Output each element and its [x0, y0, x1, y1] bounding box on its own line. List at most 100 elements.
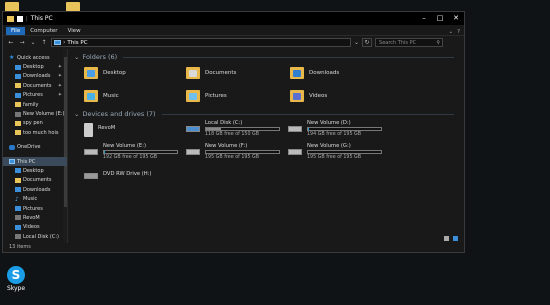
folder-pictures[interactable]: Pictures	[186, 90, 227, 102]
tab-computer[interactable]: Computer	[25, 27, 62, 35]
refresh-button[interactable]: ↻	[362, 38, 373, 47]
address-bar[interactable]: › This PC	[51, 38, 351, 47]
drive-icon	[288, 145, 302, 156]
properties-icon[interactable]	[17, 15, 23, 22]
sidebar-item-label: RevoM	[23, 214, 40, 221]
drive-label: New Volume (F:)	[205, 143, 248, 149]
sidebar-item-videos[interactable]: Videos	[3, 223, 67, 232]
sidebar-item-label: Documents	[23, 177, 52, 184]
drive-label: Local Disk (C:)	[205, 120, 243, 126]
sidebar-item-onedrive[interactable]: OneDrive	[3, 143, 67, 152]
folder-label: Documents	[205, 70, 237, 76]
sidebar-item-downloads[interactable]: Downloads	[3, 185, 67, 194]
drive-label: DVD RW Drive (H:)	[103, 171, 152, 177]
tab-view[interactable]: View	[63, 27, 86, 35]
sidebar-item-downloads[interactable]: Downloads ✦	[3, 72, 67, 81]
desktop-folder-icon	[15, 168, 21, 174]
sidebar-item-family[interactable]: family	[3, 100, 67, 109]
sidebar-item-label: Quick access	[17, 54, 50, 61]
videos-folder-icon	[290, 90, 304, 102]
drive-label: New Volume (G:)	[307, 143, 351, 149]
drive-usage: 194 GB free of 195 GB	[307, 132, 362, 137]
sidebar-item-revom[interactable]: RevoM	[3, 213, 67, 222]
download-folder-icon	[290, 67, 304, 79]
sidebar-item-desktop[interactable]: Desktop ✦	[3, 62, 67, 71]
address-dropdown-icon[interactable]: ⌄	[354, 39, 359, 46]
sidebar-item-pictures[interactable]: Pictures ✦	[3, 91, 67, 100]
sidebar-item-too-much-hois[interactable]: too much hois	[3, 128, 67, 137]
download-folder-icon	[15, 73, 21, 79]
folder-desktop[interactable]: Desktop	[84, 67, 126, 79]
drive-new-volume-g[interactable]: New Volume (G:) 195 GB free of 195 GB	[288, 143, 382, 160]
usage-bar	[307, 127, 382, 131]
pc-icon	[9, 159, 15, 165]
sidebar-item-local-disk-c[interactable]: Local Disk (C:)	[3, 232, 67, 241]
desktop-folder-icon	[15, 64, 21, 70]
separator: |	[26, 15, 28, 22]
pictures-folder-icon	[15, 92, 21, 98]
drive-dvd-h[interactable]: DVD RW Drive (H:)	[84, 167, 151, 180]
drive-usage: 192 GB free of 195 GB	[103, 155, 158, 160]
address-row: ← → ⌄ ↑ › This PC ⌄ ↻ Search This PC ⚲	[3, 36, 464, 49]
sidebar-item-label: Videos	[23, 224, 40, 231]
up-arrow-icon[interactable]: ↑	[40, 39, 48, 46]
tiles-view-icon[interactable]	[453, 236, 458, 241]
search-placeholder: Search This PC	[379, 39, 417, 46]
folders-group-header[interactable]: ⌄ Folders (6)	[74, 53, 454, 61]
drives-group-header[interactable]: ⌄ Devices and drives (7)	[74, 110, 454, 118]
chevron-down-icon[interactable]: ⌄	[448, 29, 453, 35]
drive-new-volume-d[interactable]: New Volume (D:) 194 GB free of 195 GB	[288, 120, 382, 137]
drive-new-volume-e[interactable]: New Volume (E:) 192 GB free of 195 GB	[84, 143, 178, 160]
ribbon-tabs: File Computer View ⌄ ?	[3, 25, 464, 36]
drive-revom[interactable]: RevoM	[84, 121, 115, 137]
sidebar-item-label: OneDrive	[17, 144, 41, 151]
document-folder-icon	[186, 67, 200, 79]
drive-icon	[186, 122, 200, 133]
sidebar-item-quick-access[interactable]: ★ Quick access	[3, 53, 67, 62]
sidebar-item-documents[interactable]: Documents ✦	[3, 81, 67, 90]
breadcrumb-chevron-icon[interactable]: ›	[63, 39, 65, 46]
group-title: Devices and drives (7)	[82, 110, 156, 118]
usage-bar	[307, 150, 382, 154]
back-arrow-icon[interactable]: ←	[7, 39, 15, 46]
sidebar-item-label: too much hois	[23, 129, 59, 136]
sidebar-item-this-pc[interactable]: This PC	[3, 156, 67, 167]
close-button[interactable]: ✕	[448, 12, 464, 25]
maximize-button[interactable]: □	[432, 12, 448, 25]
tab-file[interactable]: File	[6, 27, 26, 35]
folder-label: Music	[103, 93, 119, 99]
chevron-down-icon: ⌄	[74, 53, 80, 61]
view-toggles	[444, 236, 458, 241]
usage-bar	[205, 150, 280, 154]
minimize-button[interactable]: –	[416, 12, 432, 25]
desktop-folder-icon	[84, 67, 98, 79]
skype-shortcut[interactable]: S Skype	[4, 266, 28, 292]
drive-usage: 118 GB free of 150 GB	[205, 132, 260, 137]
sidebar-item-desktop[interactable]: Desktop	[3, 166, 67, 175]
folder-music[interactable]: Music	[84, 90, 119, 102]
sidebar-item-label: Pictures	[23, 92, 43, 99]
breadcrumb[interactable]: This PC	[67, 40, 87, 46]
skype-label: Skype	[6, 285, 26, 292]
drive-usage: 195 GB free of 195 GB	[205, 155, 260, 160]
sidebar-item-documents[interactable]: Documents	[3, 176, 67, 185]
sidebar-item-music[interactable]: ♪ Music	[3, 194, 67, 203]
folder-downloads[interactable]: Downloads	[290, 67, 339, 79]
folder-documents[interactable]: Documents	[186, 67, 236, 79]
sidebar-item-spy-pen[interactable]: spy pen	[3, 119, 67, 128]
search-input[interactable]: Search This PC ⚲	[375, 38, 444, 47]
help-icon[interactable]: ?	[457, 29, 460, 35]
title-bar[interactable]: | This PC – □ ✕	[3, 12, 464, 25]
drive-new-volume-f[interactable]: New Volume (F:) 195 GB free of 195 GB	[186, 143, 280, 160]
search-icon: ⚲	[436, 39, 441, 46]
drive-local-disk-c[interactable]: Local Disk (C:) 118 GB free of 150 GB	[186, 120, 280, 137]
forward-arrow-icon[interactable]: →	[18, 39, 26, 46]
usage-bar	[205, 127, 280, 131]
details-view-icon[interactable]	[444, 236, 449, 241]
recent-locations-chevron-icon[interactable]: ⌄	[29, 39, 37, 46]
folder-videos[interactable]: Videos	[290, 90, 327, 102]
sidebar-item-new-volume-e[interactable]: New Volume (E:)	[3, 109, 67, 118]
sidebar-item-label: Music	[23, 196, 38, 203]
sidebar-item-pictures[interactable]: Pictures	[3, 204, 67, 213]
drive-icon	[15, 111, 21, 117]
